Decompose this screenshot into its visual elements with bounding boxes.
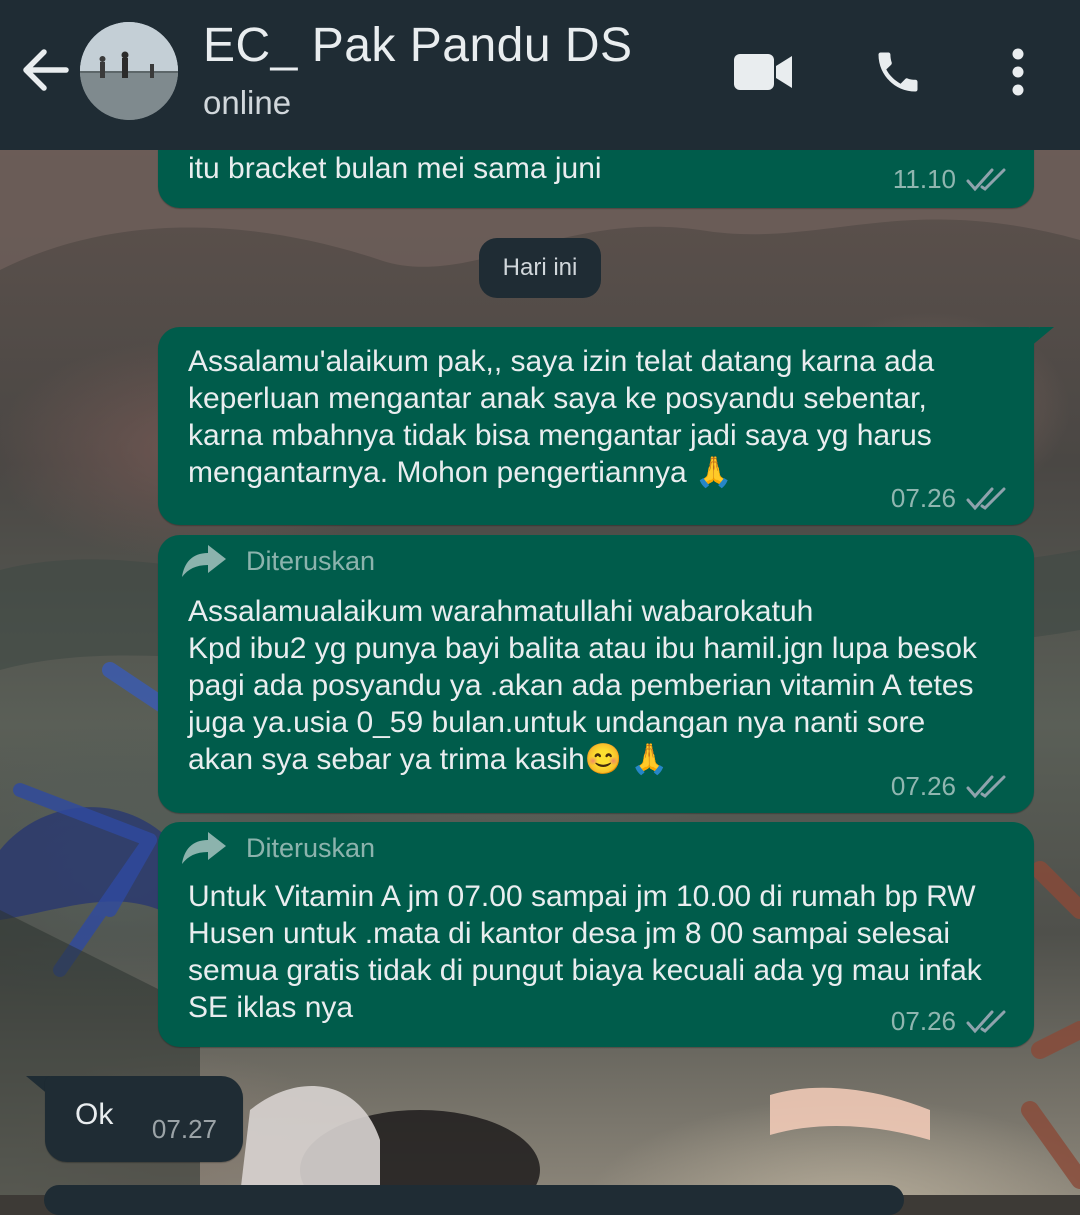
message-time: 07.26: [890, 483, 956, 513]
message-meta: 07.26: [891, 771, 1010, 802]
message-text: Assalamu'alaikum pak,, saya izin telat d…: [188, 345, 935, 489]
date-separator: Hari ini: [479, 238, 601, 298]
message-text: itu bracket bulan mei sama juni: [188, 152, 602, 185]
read-ticks-icon: [966, 168, 1006, 191]
message-bubble-forwarded[interactable]: Diteruskan Untuk Vitamin A jm 07.00 samp…: [158, 822, 1034, 1047]
read-ticks-icon: [966, 1010, 1006, 1033]
message-text: Assalamualaikum warahmatullahi wabarokat…: [188, 595, 977, 776]
message-text: Untuk Vitamin A jm 07.00 sampai jm 10.00…: [188, 880, 982, 1024]
read-ticks-icon: [966, 775, 1006, 798]
message-bubble-incoming[interactable]: Ok 07.27: [45, 1076, 243, 1162]
forward-icon: [182, 545, 226, 577]
chat-messages: itu bracket bulan mei sama juni 11.10 Ha…: [0, 120, 1080, 1195]
message-meta: 07.27: [152, 1114, 217, 1145]
back-arrow-icon[interactable]: [18, 40, 74, 100]
message-time: 11.10: [892, 164, 956, 194]
more-options-icon[interactable]: [1004, 46, 1032, 102]
message-meta: 07.26: [891, 1006, 1010, 1037]
forwarded-header: Diteruskan: [180, 543, 375, 579]
message-time: 07.27: [151, 1114, 217, 1144]
message-text: Ok: [75, 1098, 114, 1131]
chat-header: EC_ Pak Pandu DS online: [0, 0, 1080, 150]
message-bubble-forwarded[interactable]: Diteruskan Assalamualaikum warahmatullah…: [158, 535, 1034, 813]
message-time: 07.26: [890, 771, 956, 801]
message-meta: 11.10: [893, 164, 1010, 195]
forwarded-header: Diteruskan: [180, 830, 375, 866]
video-call-icon[interactable]: [734, 52, 794, 96]
forwarded-label: Diteruskan: [246, 545, 376, 576]
message-meta: 07.26: [891, 483, 1010, 514]
forwarded-label: Diteruskan: [246, 832, 376, 863]
message-bubble-outgoing[interactable]: Assalamu'alaikum pak,, saya izin telat d…: [158, 327, 1034, 525]
contact-name[interactable]: EC_ Pak Pandu DS: [203, 18, 633, 73]
voice-call-icon[interactable]: [872, 46, 924, 102]
bubble-tail: [1030, 327, 1054, 347]
message-time: 07.26: [890, 1006, 956, 1036]
message-input-bar[interactable]: [44, 1185, 904, 1215]
forward-icon: [182, 832, 226, 864]
contact-status: online: [203, 84, 292, 121]
read-ticks-icon: [966, 487, 1006, 510]
avatar[interactable]: [80, 22, 178, 120]
